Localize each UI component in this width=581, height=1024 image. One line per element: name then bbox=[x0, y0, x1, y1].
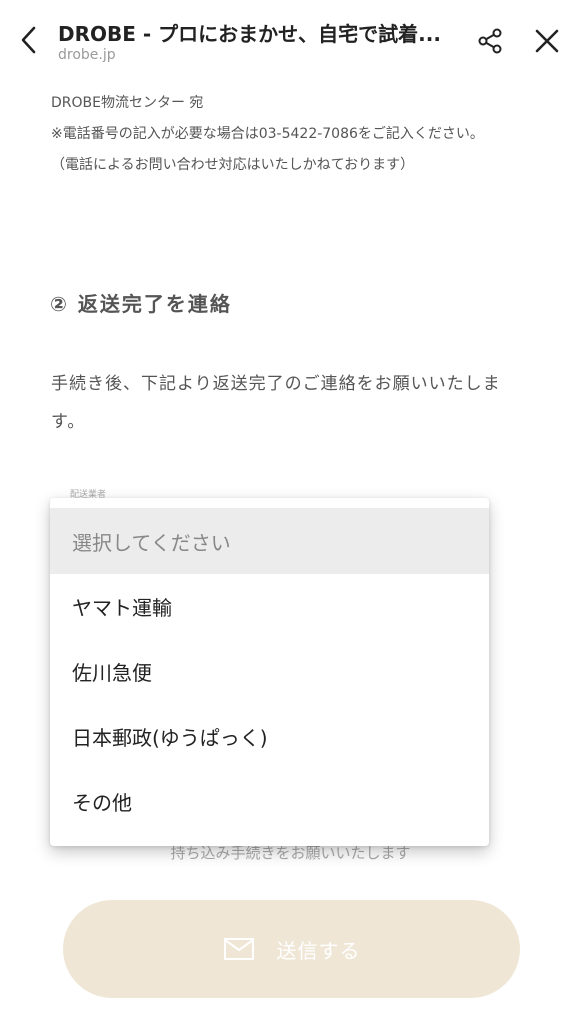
address-line: DROBE物流センター 宛 bbox=[51, 95, 204, 111]
dropdown-option-placeholder[interactable]: 選択してください bbox=[50, 508, 489, 574]
carrier-dropdown-menu: 選択してください ヤマト運輸 佐川急便 日本郵政(ゆうぱっく) その他 bbox=[50, 498, 489, 846]
send-button-label: 送信する bbox=[276, 938, 361, 963]
send-button[interactable]: 送信する bbox=[63, 900, 520, 998]
close-button[interactable] bbox=[532, 26, 562, 56]
mail-icon bbox=[223, 938, 254, 960]
chevron-left-icon bbox=[21, 26, 36, 54]
share-button[interactable] bbox=[475, 26, 505, 56]
dropdown-option-yamato[interactable]: ヤマト運輸 bbox=[50, 574, 489, 639]
close-icon bbox=[535, 29, 559, 53]
top-bar: DROBE - プロにおまかせ、自宅で試着... drobe.jp bbox=[0, 0, 581, 84]
section-title: ② 返送完了を連絡 bbox=[50, 292, 232, 316]
page-url: drobe.jp bbox=[58, 47, 116, 63]
back-button[interactable] bbox=[14, 22, 44, 58]
section-text: 手続き後、下記より返送完了のご連絡をお願いいたします。 bbox=[51, 374, 501, 432]
dropdown-option-sagawa[interactable]: 佐川急便 bbox=[50, 639, 489, 704]
dropdown-option-japanpost[interactable]: 日本郵政(ゆうぱっく) bbox=[50, 704, 489, 769]
phone-notice: （電話によるお問い合わせ対応はいたしかねております） bbox=[51, 157, 415, 173]
dropdown-option-other[interactable]: その他 bbox=[50, 769, 489, 834]
phone-note: ※電話番号の記入が必要な場合は03-5422-7086をご記入ください。 bbox=[51, 126, 484, 142]
page-title: DROBE - プロにおまかせ、自宅で試着... bbox=[58, 22, 441, 46]
address-block: DROBE物流センター 宛 ※電話番号の記入が必要な場合は03-5422-708… bbox=[51, 88, 541, 181]
share-icon bbox=[478, 28, 502, 54]
